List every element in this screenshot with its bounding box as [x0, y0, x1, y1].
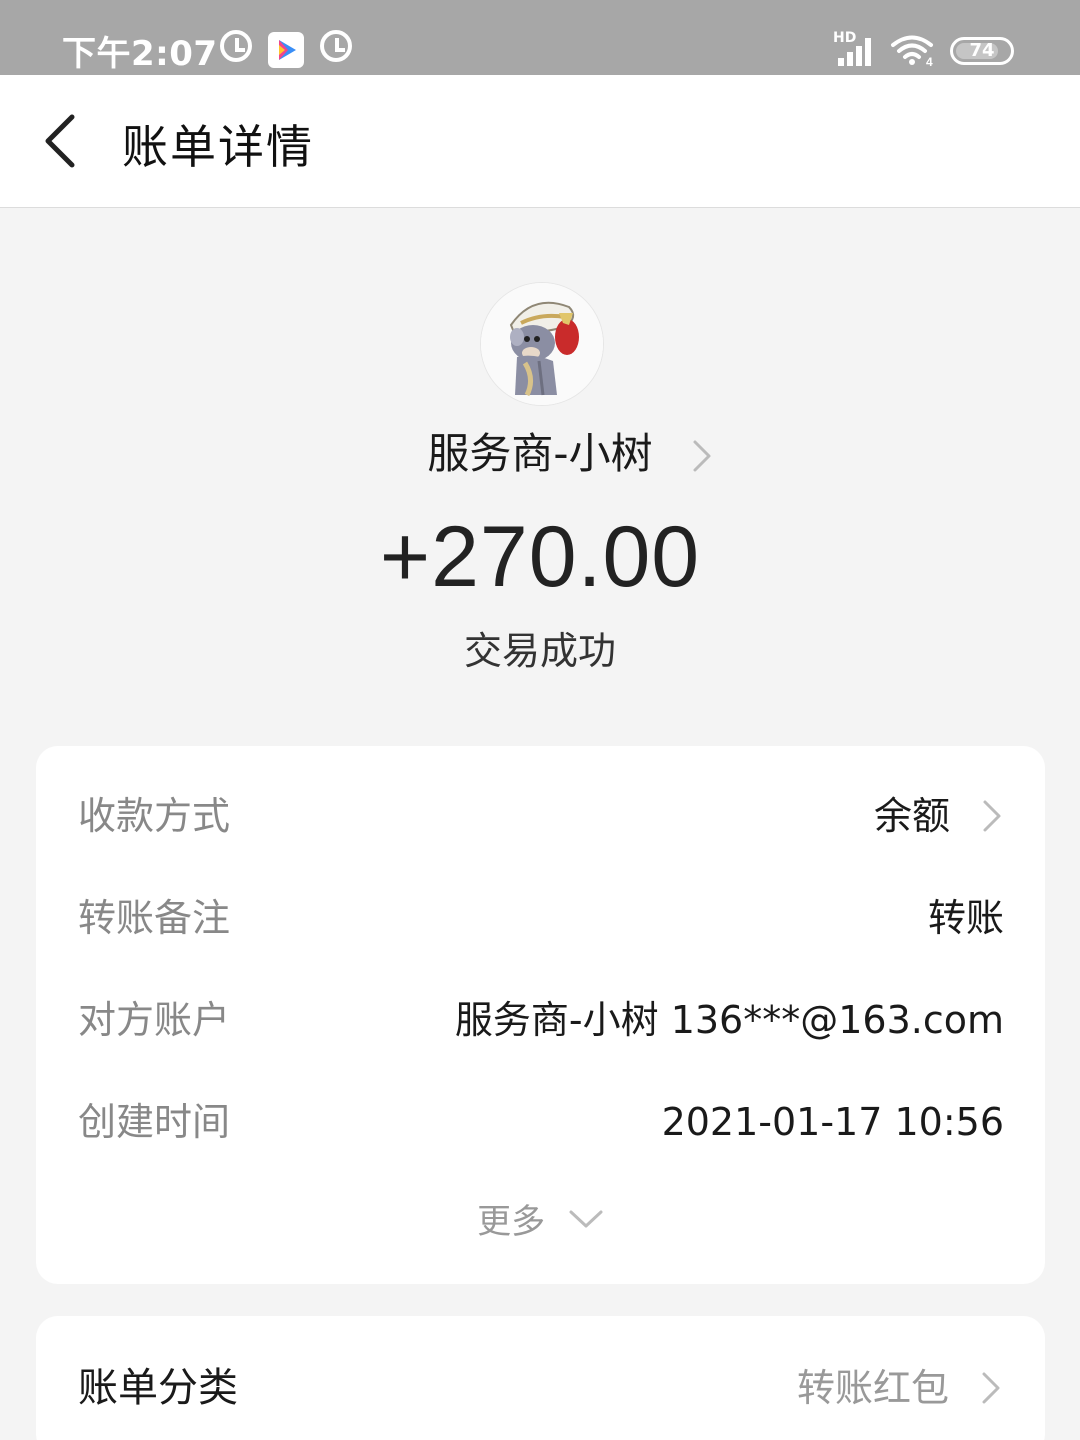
more-button[interactable]: 更多	[36, 1194, 1045, 1243]
alarm-icon	[220, 30, 252, 62]
merchant-link[interactable]: 服务商-小树	[0, 420, 1080, 481]
detail-label: 对方账户	[78, 998, 231, 1042]
detail-value: 余额	[873, 794, 950, 838]
back-arrow-icon	[45, 114, 75, 168]
chevron-right-icon	[983, 800, 1001, 832]
battery-level: 74	[969, 40, 995, 61]
status-time: 下午2:07	[62, 34, 218, 74]
video-app-icon	[268, 32, 304, 68]
battery-icon: 74	[950, 37, 1014, 65]
chevron-right-icon	[982, 1372, 1000, 1404]
transaction-amount: +270.00	[379, 509, 701, 605]
back-button[interactable]	[36, 109, 96, 173]
wifi-icon: 4	[890, 34, 936, 69]
detail-row-remark: 转账备注 转账	[78, 888, 1004, 948]
signal-icon	[838, 38, 878, 66]
detail-row-payment-method[interactable]: 收款方式 余额	[78, 786, 1004, 846]
page-title: 账单详情	[122, 120, 314, 174]
cartoon-mouse-avatar-image	[481, 283, 603, 405]
alarm-icon-2	[320, 30, 352, 62]
category-label: 账单分类	[78, 1365, 238, 1411]
detail-value: 2021-01-17 10:56	[661, 1100, 1004, 1144]
detail-value: 转账	[927, 896, 1004, 940]
chevron-down-icon	[569, 1210, 603, 1227]
merchant-avatar[interactable]	[480, 282, 604, 406]
status-bar: 下午2:07 HD 4 74	[0, 0, 1080, 75]
detail-row-counterparty: 对方账户 服务商-小树 136***@163.com	[78, 990, 1004, 1050]
more-label: 更多	[477, 1202, 546, 1242]
detail-label: 收款方式	[78, 794, 231, 838]
category-card[interactable]: 账单分类 转账红包	[36, 1316, 1045, 1440]
title-bar: 账单详情	[0, 75, 1080, 208]
detail-label: 转账备注	[78, 896, 231, 940]
svg-text:4: 4	[926, 55, 933, 66]
detail-row-created-time: 创建时间 2021-01-17 10:56	[78, 1092, 1004, 1152]
chevron-right-icon	[693, 440, 711, 472]
category-value: 转账红包	[796, 1366, 949, 1410]
detail-value: 服务商-小树 136***@163.com	[454, 998, 1004, 1042]
merchant-name: 服务商-小树	[427, 429, 653, 478]
transaction-status: 交易成功	[463, 629, 616, 673]
details-card: 收款方式 余额 转账备注 转账 对方账户 服务商-小树 136***@163.c…	[36, 746, 1045, 1284]
screen: 下午2:07 HD 4 74 账单详情 服务商-小树 +270.00 交易成功 …	[0, 0, 1080, 1440]
detail-label: 创建时间	[78, 1100, 231, 1144]
